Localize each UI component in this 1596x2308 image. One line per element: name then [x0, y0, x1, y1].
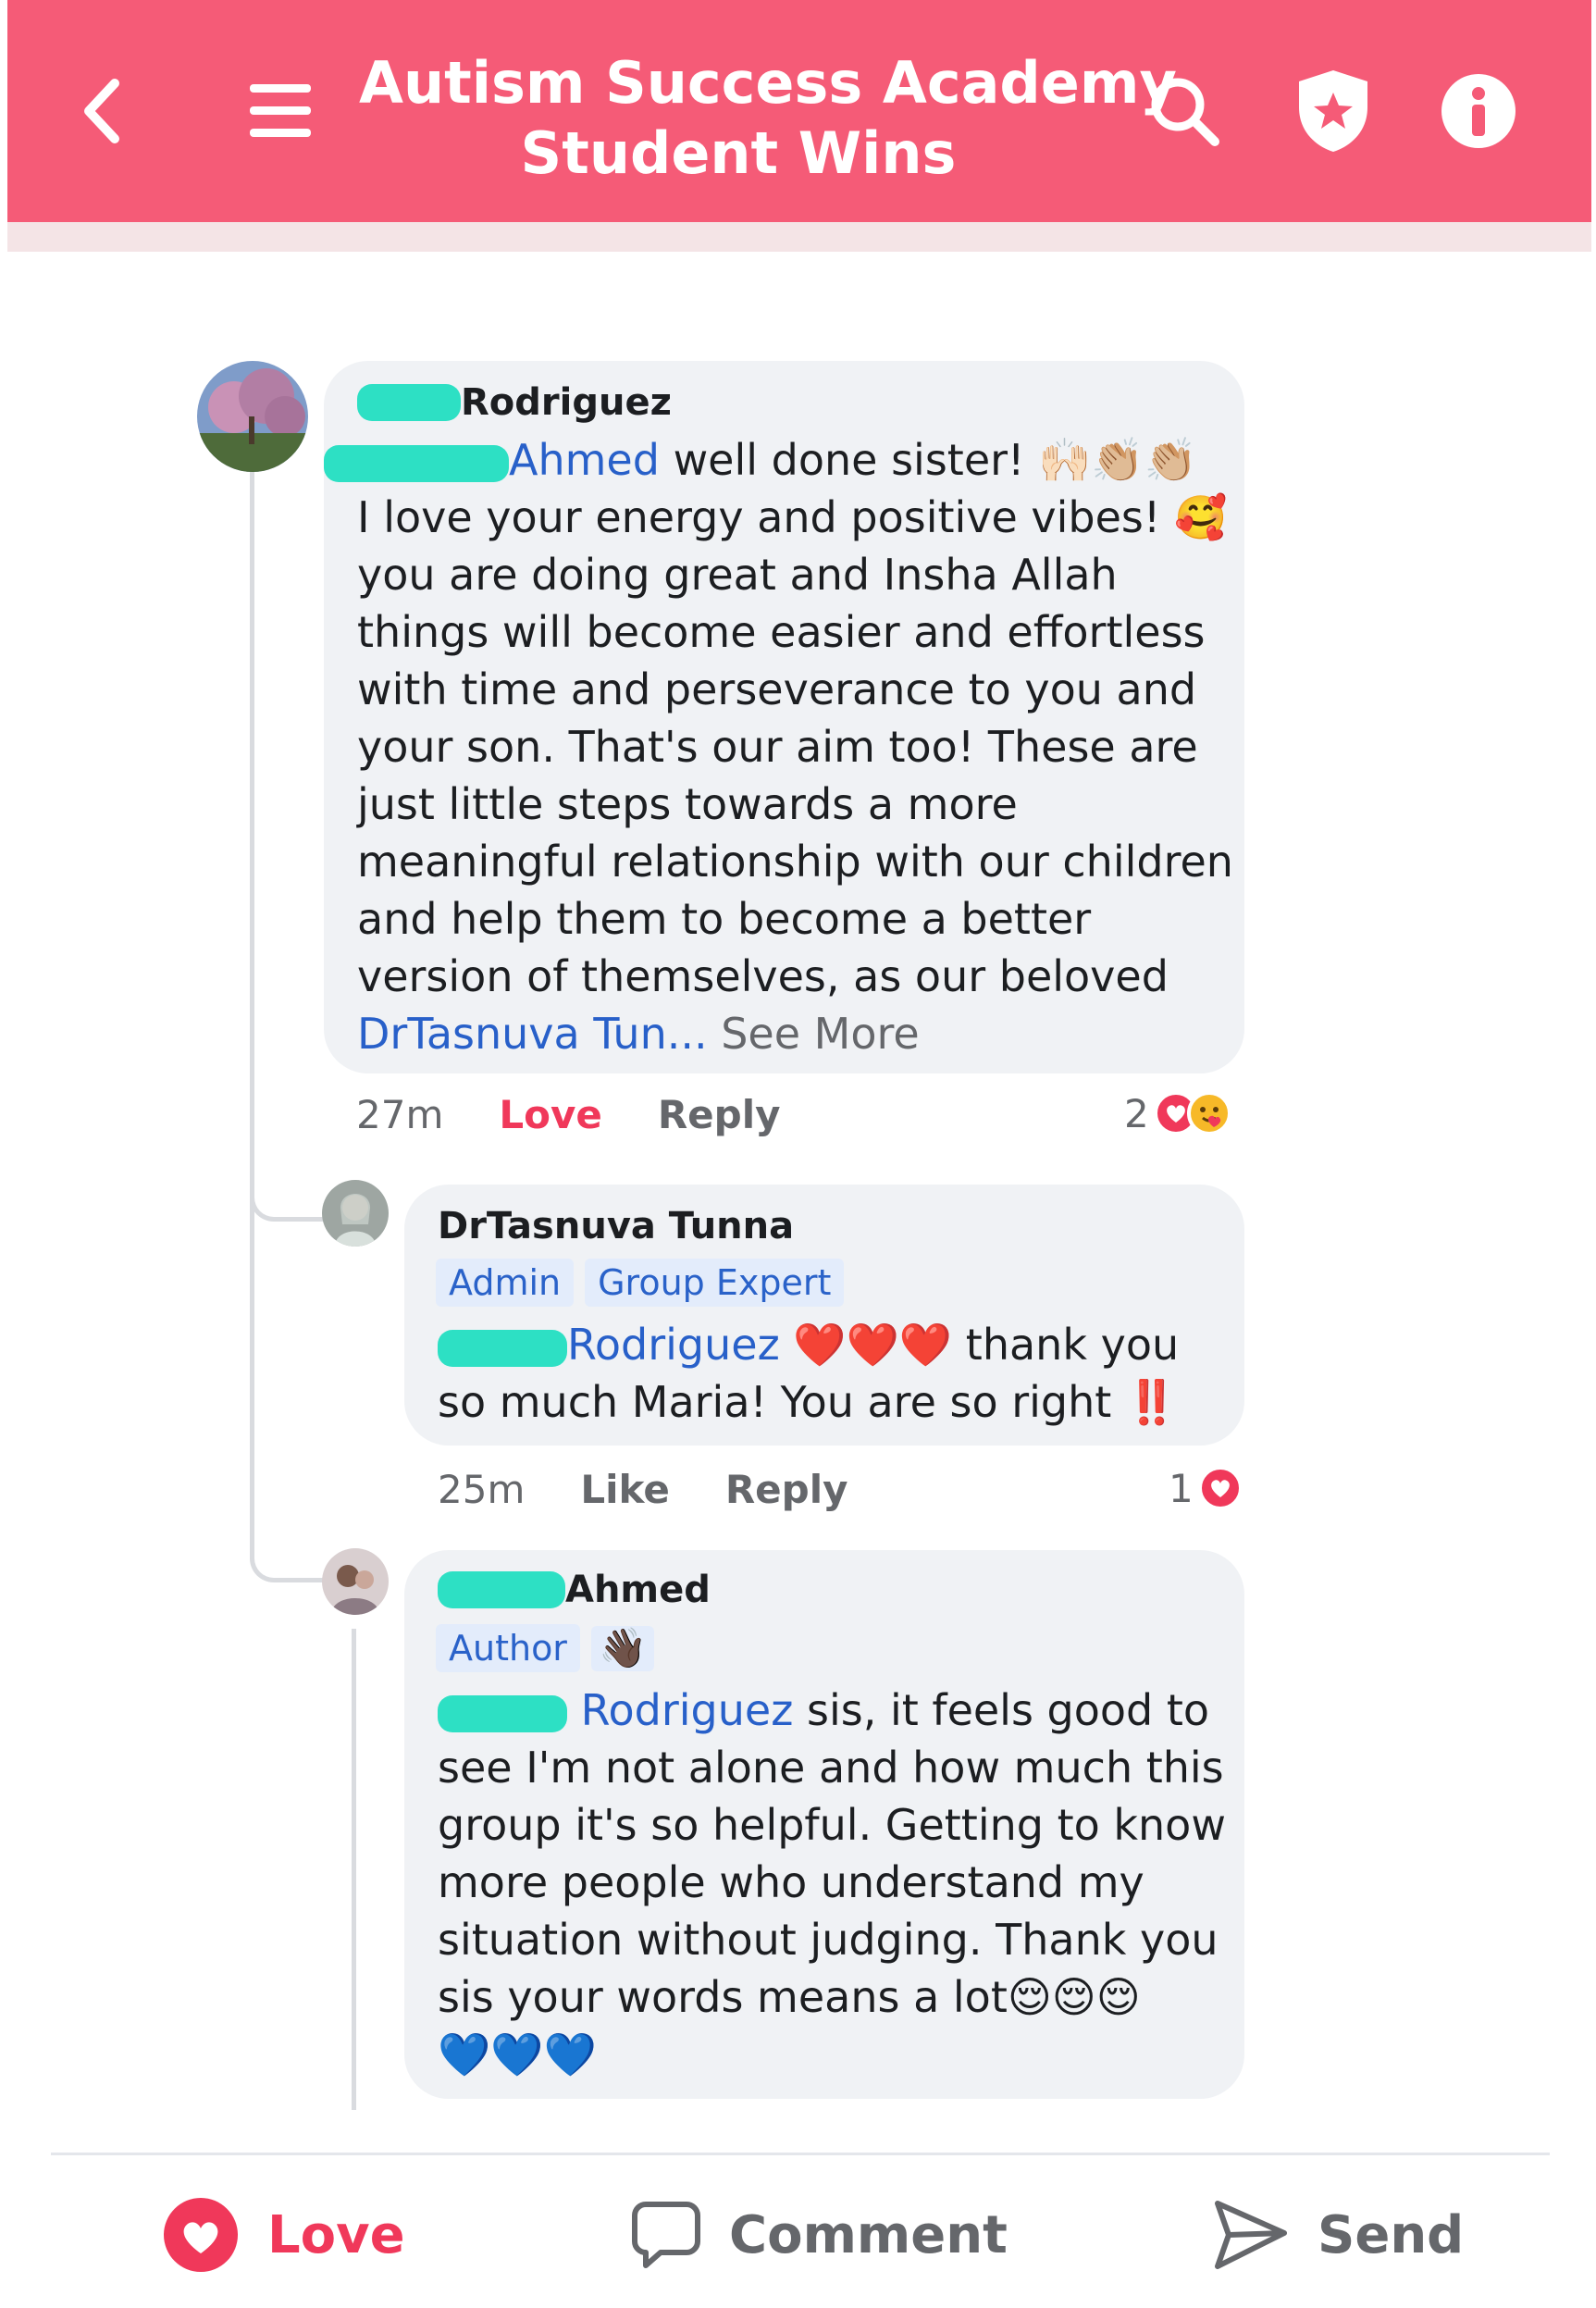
- comment-line: situation without judging. Thank you: [438, 1915, 1219, 1965]
- love-label: Love: [267, 2204, 405, 2265]
- group-title-line1: Autism Success Academy: [359, 49, 1177, 117]
- love-reaction-button[interactable]: Love: [499, 1092, 601, 1137]
- comment-line: things will become easier and effortless: [357, 607, 1206, 657]
- mention-link[interactable]: Ahmed: [509, 435, 660, 485]
- action-bar-divider: [51, 2153, 1550, 2155]
- comment-line: see I'm not alone and how much this: [438, 1743, 1224, 1793]
- group-header: Autism Success Academy Student Wins: [7, 0, 1591, 222]
- reaction-count: 2: [1124, 1090, 1149, 1136]
- group-title: Autism Success Academy Student Wins: [359, 48, 1177, 189]
- comment-line: meaningful relationship with our childre…: [357, 837, 1233, 887]
- mention-link[interactable]: DrTasnuva Tun...: [357, 1009, 708, 1059]
- info-icon[interactable]: [1432, 65, 1525, 157]
- reaction-summary[interactable]: 1: [1169, 1465, 1243, 1511]
- comment-line: sis, it feels good to: [806, 1685, 1210, 1735]
- header-divider: [7, 222, 1591, 252]
- comment-text: Ahmed well done sister! 🙌🏻👏🏼👏🏼 I love yo…: [324, 431, 1233, 1062]
- comment-line: I love your energy and positive vibes! 🥰: [357, 492, 1228, 542]
- love-button[interactable]: Love: [162, 2189, 405, 2281]
- comment-line: you are doing great and Insha Allah: [357, 550, 1118, 600]
- group-expert-badge: Group Expert: [585, 1259, 845, 1307]
- comment-line: your son. That's our aim too! These are: [357, 722, 1198, 772]
- comment-bubble: Ahmed Author 👋🏿 Rodriguez sis, it feels …: [404, 1550, 1244, 2099]
- love-reaction-icon: [1197, 1466, 1243, 1510]
- see-more-link[interactable]: See More: [721, 1009, 919, 1059]
- author-name-text: DrTasnuva Tunna: [438, 1205, 795, 1247]
- reaction-summary[interactable]: 2: [1124, 1090, 1232, 1136]
- redacted-name: [438, 1571, 565, 1608]
- comment-meta: 25m Like Reply: [438, 1467, 903, 1512]
- author-badge: Author: [436, 1624, 580, 1672]
- comment-line: more people who understand my: [438, 1857, 1144, 1907]
- comment-author[interactable]: Ahmed: [438, 1569, 711, 1611]
- group-title-line2: Student Wins: [520, 119, 957, 187]
- send-label: Send: [1318, 2204, 1465, 2265]
- comment-author[interactable]: Rodriguez: [357, 381, 672, 424]
- comment-line: and help them to become a better: [357, 894, 1092, 944]
- comment-bubble: Rodriguez Ahmed well done sister! 🙌🏻👏🏼👏🏼…: [324, 361, 1244, 1073]
- send-button[interactable]: Send: [1212, 2189, 1464, 2281]
- thread-branch: [250, 1092, 324, 1222]
- redacted-mention: [324, 444, 509, 482]
- comment-author[interactable]: DrTasnuva Tunna: [438, 1205, 794, 1247]
- comment-line: just little steps towards a more: [357, 779, 1018, 829]
- send-icon: [1215, 2201, 1287, 2269]
- comment-text: Rodriguez sis, it feels good to see I'm …: [438, 1681, 1226, 2083]
- redacted-name: [357, 384, 461, 421]
- author-name-text: Rodriguez: [461, 381, 672, 424]
- avatar[interactable]: [322, 1180, 389, 1247]
- comment-line: group it's so helpful. Getting to know: [438, 1800, 1226, 1850]
- author-name-text: Ahmed: [565, 1569, 711, 1611]
- thread-line: [352, 1629, 356, 2110]
- waving-hand-icon: 👋🏿: [590, 1625, 655, 1671]
- mention-link[interactable]: Rodriguez: [567, 1320, 780, 1370]
- admin-badge: Admin: [436, 1259, 575, 1307]
- comment-line: well done sister! 🙌🏻👏🏼👏🏼: [673, 435, 1197, 485]
- reply-button[interactable]: Reply: [658, 1092, 781, 1137]
- menu-icon[interactable]: [234, 65, 327, 157]
- comment-time: 25m: [438, 1467, 526, 1512]
- comment-label: Comment: [729, 2204, 1008, 2265]
- comment-button[interactable]: Comment: [631, 2189, 1008, 2281]
- comment-text: Rodriguez ❤️❤️❤️ thank you so much Maria…: [438, 1316, 1179, 1431]
- avatar[interactable]: [197, 361, 308, 472]
- shield-star-icon[interactable]: [1287, 65, 1379, 157]
- reaction-count: 1: [1169, 1465, 1194, 1511]
- mention-link[interactable]: Rodriguez: [581, 1685, 794, 1735]
- comment-line: ❤️❤️❤️ thank you: [793, 1320, 1180, 1370]
- comment-bubble: DrTasnuva Tunna Admin Group Expert Rodrig…: [404, 1185, 1244, 1446]
- comment-line: so much Maria! You are so right ‼️: [438, 1377, 1179, 1427]
- love-icon: [164, 2198, 238, 2272]
- thread-line: [250, 467, 254, 1559]
- reply-button[interactable]: Reply: [725, 1467, 848, 1512]
- comment-line: sis your words means a lot😌😌😌: [438, 1972, 1141, 2022]
- redacted-mention: [438, 1329, 567, 1367]
- badge-row: Admin Group Expert: [436, 1259, 855, 1307]
- comment-line: with time and perseverance to you and: [357, 664, 1197, 714]
- avatar[interactable]: [322, 1548, 389, 1615]
- thread-branch: [250, 1444, 324, 1582]
- badge-row: Author 👋🏿: [436, 1624, 655, 1672]
- search-icon[interactable]: [1138, 65, 1231, 157]
- comment-meta: 27m Love Reply: [356, 1092, 836, 1137]
- back-arrow-icon[interactable]: [56, 65, 148, 157]
- comment-line: version of themselves, as our beloved: [357, 951, 1169, 1001]
- comment-time: 27m: [356, 1092, 444, 1137]
- redacted-mention: [438, 1694, 567, 1732]
- care-reaction-icon: [1186, 1091, 1231, 1135]
- comment-line: 💙💙💙: [438, 2029, 597, 2079]
- comment-icon: [632, 2202, 700, 2268]
- like-button[interactable]: Like: [580, 1467, 669, 1512]
